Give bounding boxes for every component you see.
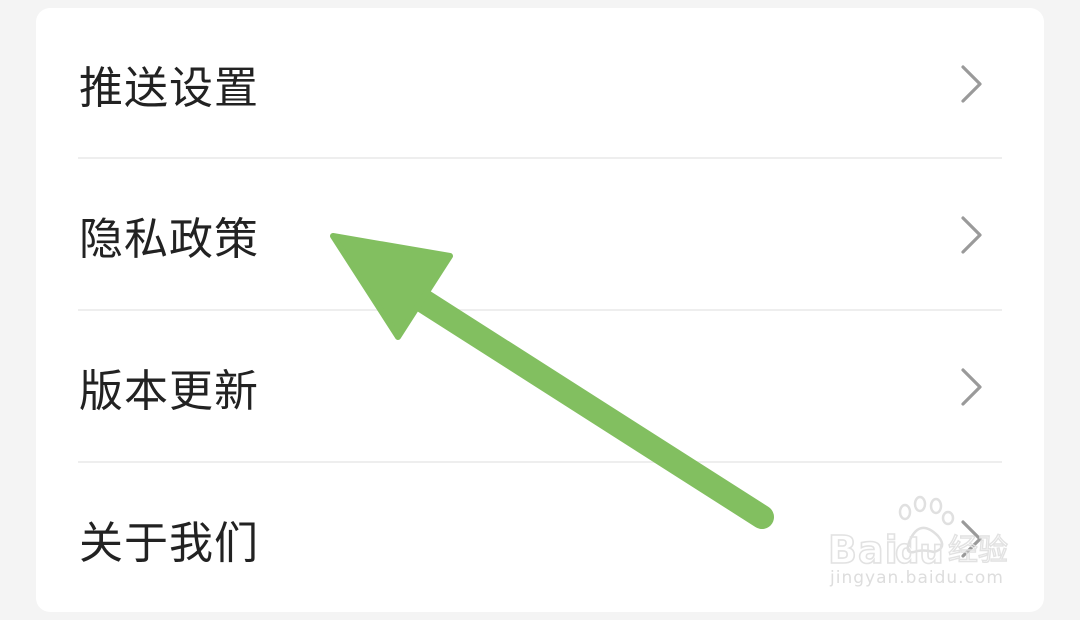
settings-item-push[interactable]: 推送设置 (36, 8, 1044, 160)
chevron-right-icon (961, 520, 982, 558)
settings-item-about[interactable]: 关于我们 (36, 463, 1044, 615)
chevron-right-icon (961, 216, 982, 254)
settings-item-update[interactable]: 版本更新 (36, 311, 1044, 463)
watermark-url: jingyan.baidu.com (830, 568, 1004, 588)
settings-item-label: 推送设置 (79, 63, 259, 114)
settings-item-privacy[interactable]: 隐私政策 (36, 159, 1044, 311)
chevron-right-icon (961, 65, 982, 103)
chevron-right-icon (961, 368, 982, 406)
settings-card: 推送设置 隐私政策 版本更新 关于我们 (36, 8, 1044, 612)
settings-item-label: 版本更新 (79, 366, 259, 417)
settings-item-label: 隐私政策 (79, 214, 259, 265)
settings-item-label: 关于我们 (79, 518, 259, 569)
